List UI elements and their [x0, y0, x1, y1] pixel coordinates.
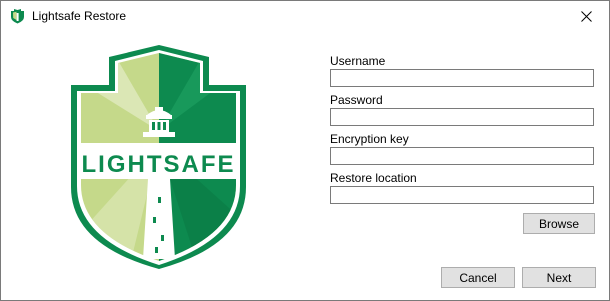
cancel-button[interactable]: Cancel: [441, 267, 515, 288]
password-label: Password: [330, 93, 383, 107]
close-button[interactable]: [563, 1, 609, 31]
password-input[interactable]: [330, 108, 594, 126]
restore-location-label: Restore location: [330, 171, 417, 185]
title-bar: Lightsafe Restore: [1, 1, 609, 31]
close-icon: [580, 10, 592, 22]
lightsafe-logo: LIGHTSAFE: [71, 45, 246, 269]
next-button[interactable]: Next: [522, 267, 596, 288]
restore-window: Lightsafe Restore LIGHTSAFE Username Pas…: [0, 0, 610, 301]
app-icon: [11, 9, 24, 24]
restore-location-input[interactable]: [330, 186, 594, 204]
encryption-key-label: Encryption key: [330, 132, 409, 146]
username-input[interactable]: [330, 69, 594, 87]
username-label: Username: [330, 54, 386, 68]
encryption-key-input[interactable]: [330, 147, 594, 165]
browse-button[interactable]: Browse: [523, 213, 595, 234]
logo-text: LIGHTSAFE: [82, 151, 236, 178]
window-title: Lightsafe Restore: [32, 9, 127, 23]
